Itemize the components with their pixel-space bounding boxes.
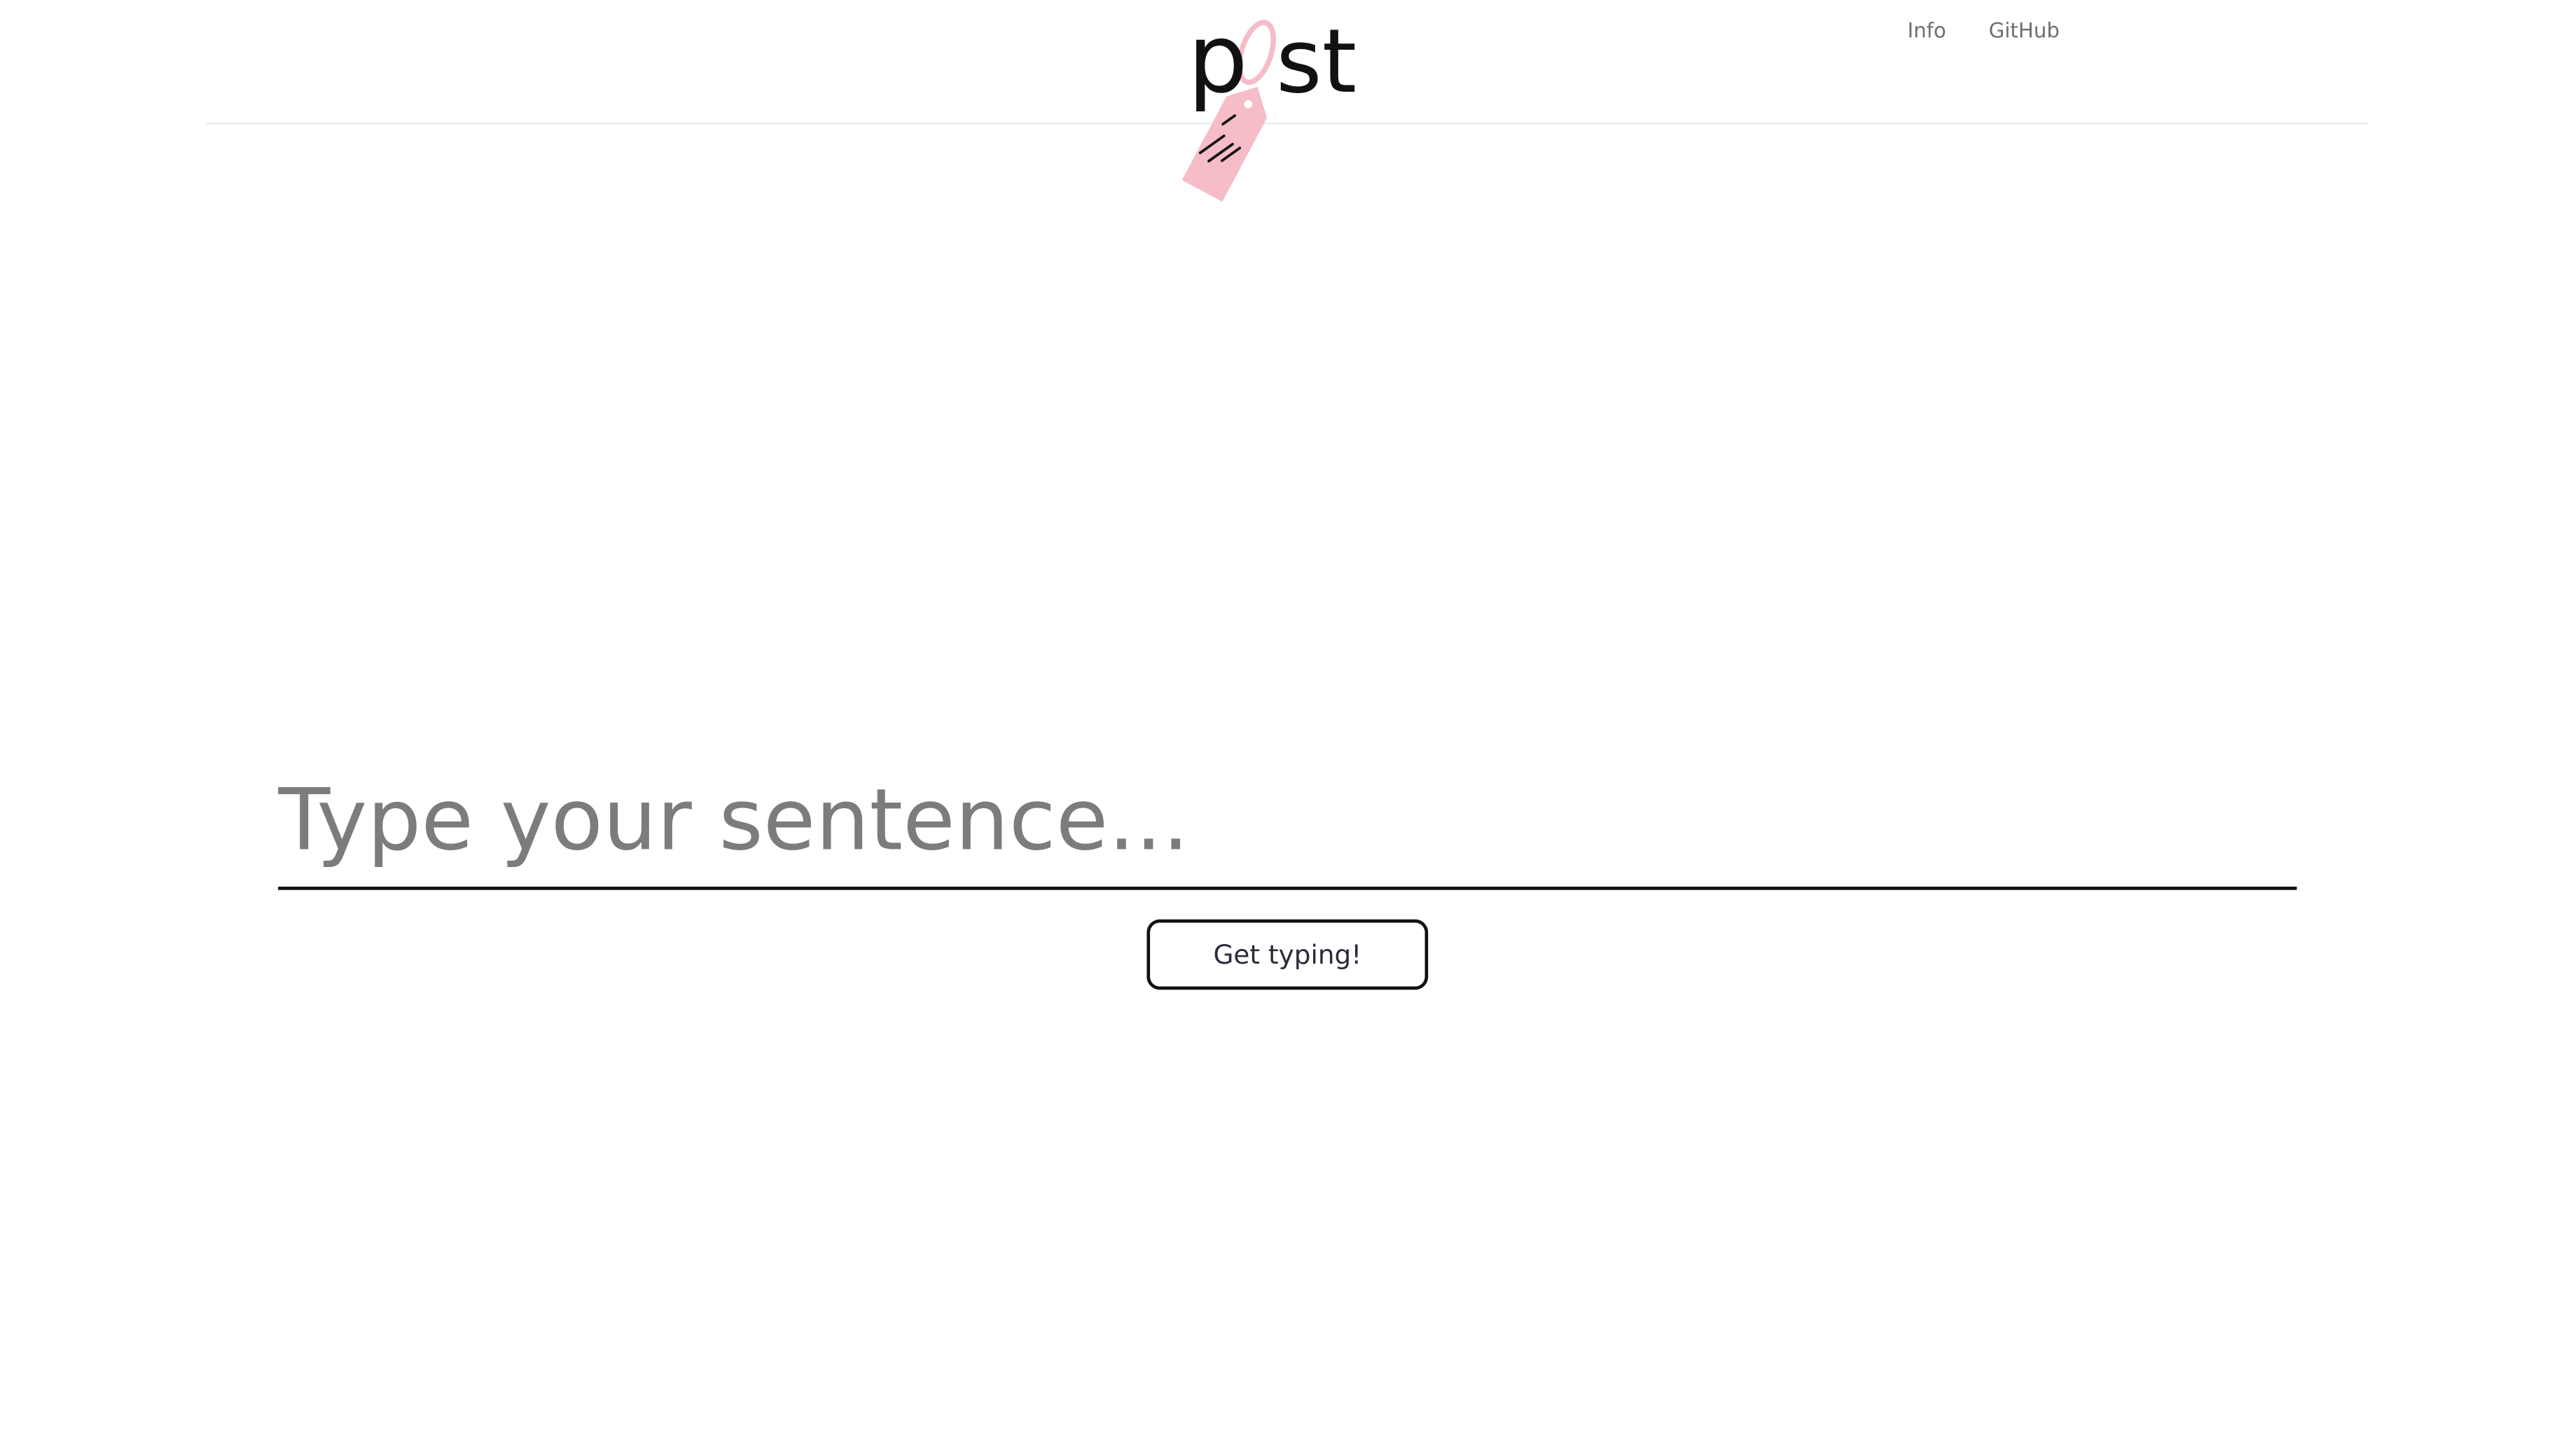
get-typing-button[interactable]: Get typing! bbox=[1146, 919, 1429, 990]
logo-letter-p: p bbox=[1188, 4, 1248, 114]
logo-graphic: p st bbox=[1181, 4, 1357, 202]
nav-link-github[interactable]: GitHub bbox=[1989, 18, 2060, 44]
nav-link-info[interactable]: Info bbox=[1908, 18, 1946, 44]
top-nav: Info GitHub bbox=[1908, 18, 2060, 44]
site-logo[interactable]: p st bbox=[1145, 0, 1390, 229]
page: p st Info GitHub Get typing! bbox=[0, 0, 2552, 1456]
logo-letters-st: st bbox=[1276, 10, 1357, 113]
sentence-input[interactable] bbox=[278, 756, 2297, 890]
